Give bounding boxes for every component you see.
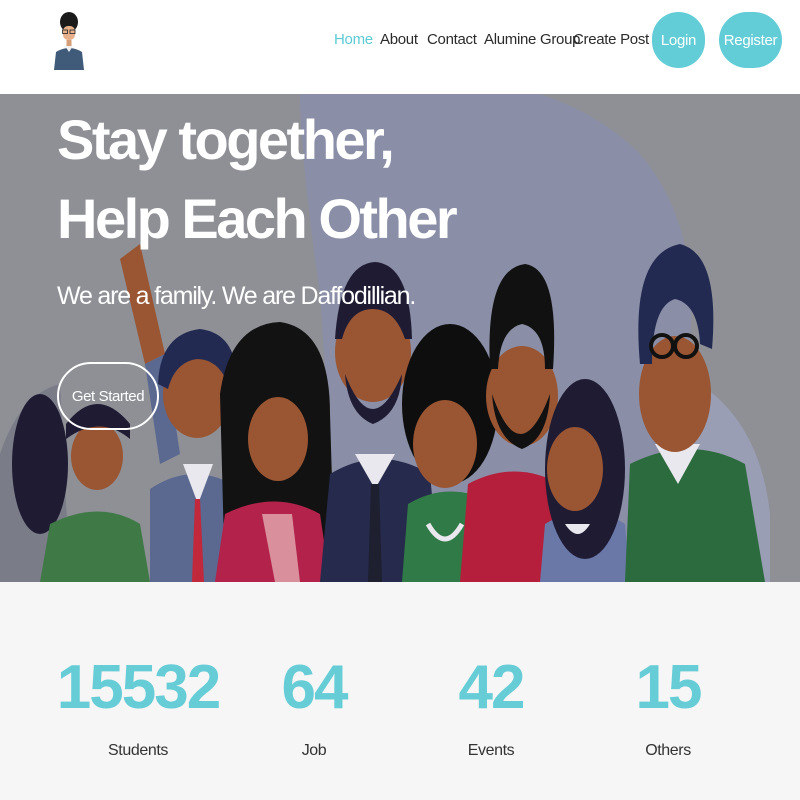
hero-section: Stay together, Help Each Other We are a … <box>0 94 800 582</box>
stat-others-value: 15 <box>635 653 703 722</box>
nav-about[interactable]: About <box>380 31 418 48</box>
nav-alumine-group[interactable]: Alumine Group <box>484 31 580 48</box>
stat-students-label: Students <box>108 742 168 759</box>
stat-events-value: 42 <box>458 653 526 722</box>
stat-students-value: 15532 <box>56 653 221 722</box>
register-button[interactable]: Register <box>719 12 782 68</box>
get-started-button[interactable]: Get Started <box>57 362 159 430</box>
nav-contact[interactable]: Contact <box>427 31 477 48</box>
hero-title-line2: Help Each Other <box>57 187 458 250</box>
stat-job-value: 64 <box>281 653 349 722</box>
hero-title-line1: Stay together, <box>57 108 395 171</box>
stat-job-label: Job <box>301 742 327 759</box>
nav-create-post[interactable]: Create Post⌄ <box>573 31 662 48</box>
stat-events-label: Events <box>467 742 515 759</box>
login-button[interactable]: Login <box>652 12 705 68</box>
nav-create-post-label: Create Post <box>573 31 649 48</box>
top-navbar: Home About Contact Alumine Group Create … <box>0 0 800 94</box>
stats-section: 15532 Students 64 Job 42 Events 15 Other… <box>0 582 800 800</box>
hero-subtitle: We are a family. We are Daffodillian. <box>57 282 416 310</box>
avatar-logo-icon[interactable] <box>52 8 86 70</box>
stat-others-label: Others <box>645 742 691 759</box>
nav-home[interactable]: Home <box>334 31 373 48</box>
